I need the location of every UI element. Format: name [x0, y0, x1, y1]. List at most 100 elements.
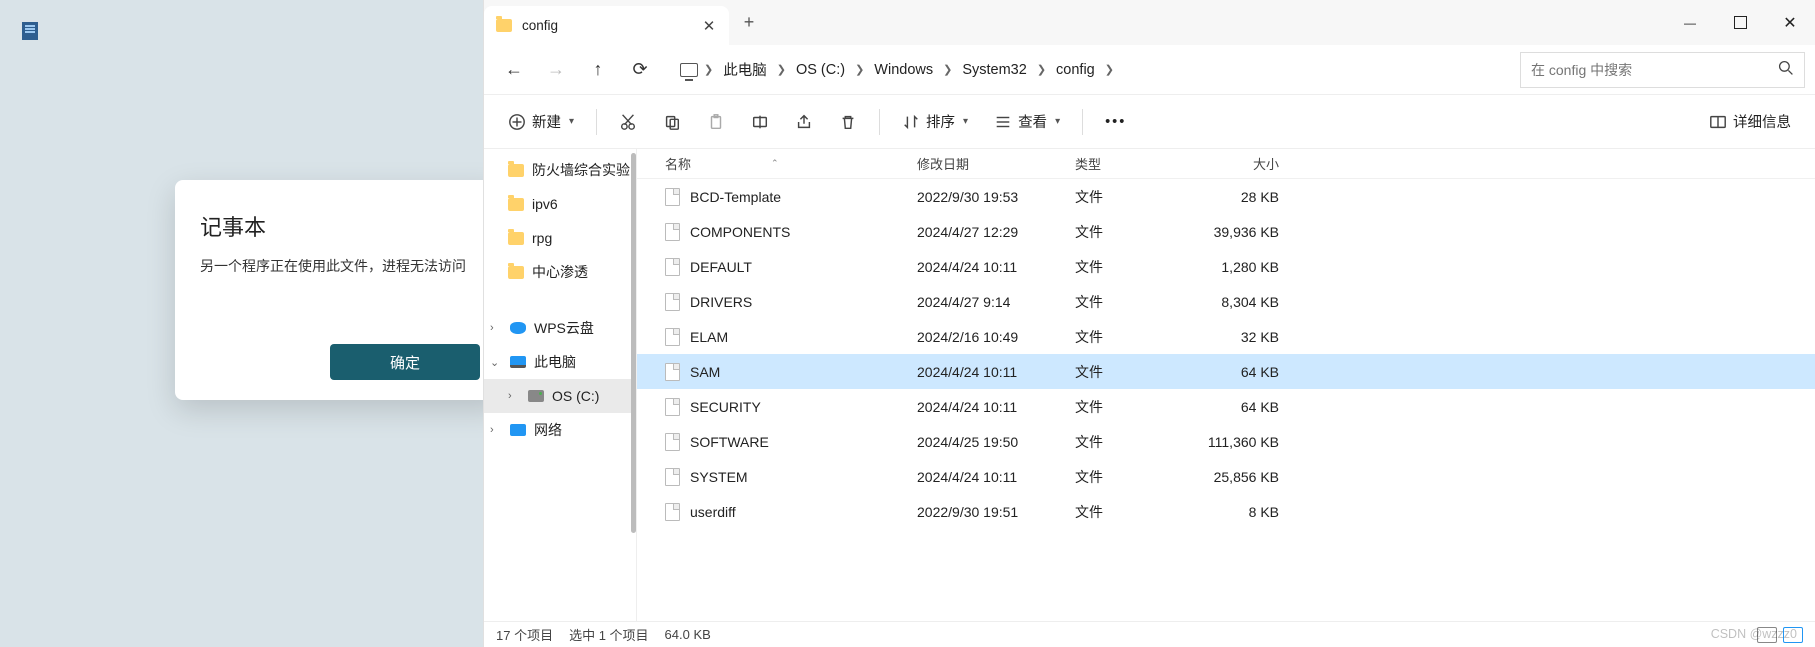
file-row[interactable]: SAM2024/4/24 10:11文件64 KB [637, 354, 1815, 389]
dialog-ok-button[interactable]: 确定 [330, 344, 480, 380]
refresh-button[interactable]: ⟳ [620, 50, 660, 90]
file-size: 39,936 KB [1203, 224, 1289, 240]
new-label: 新建 [532, 111, 561, 132]
file-row[interactable]: userdiff2022/9/30 19:51文件8 KB [637, 494, 1815, 529]
file-row[interactable]: SOFTWARE 2024/4/25 19:50文件111,360 KB [637, 424, 1815, 459]
file-type: 文件 [1075, 467, 1203, 487]
file-date: 2024/2/16 10:49 [917, 329, 1075, 345]
window-tab[interactable]: config ✕ [484, 6, 729, 45]
nav-wps[interactable]: ›WPS云盘 [484, 311, 636, 345]
new-tab-button[interactable]: + [729, 0, 769, 45]
file-name: SECURITY [690, 399, 761, 415]
details-button[interactable]: 详细信息 [1699, 104, 1801, 140]
status-bar: 17 个项目 选中 1 个项目 64.0 KB [484, 621, 1815, 647]
explorer-window: config ✕ + — ✕ ← → ↑ ⟳ ❯ 此电脑 ❯ OS (C:) ❯… [483, 0, 1815, 647]
nav-drive-c[interactable]: ›OS (C:) [484, 379, 636, 413]
file-icon [665, 293, 680, 311]
file-row[interactable]: COMPONENTS2024/4/27 12:29文件39,936 KB [637, 214, 1815, 249]
breadcrumb-sep: ❯ [704, 63, 713, 76]
nav-this-pc[interactable]: ⌄此电脑 [484, 345, 636, 379]
col-type[interactable]: 类型 [1075, 154, 1203, 173]
file-row[interactable]: BCD-Template 2022/9/30 19:53文件28 KB [637, 179, 1815, 214]
nav-folder[interactable]: rpg [484, 221, 636, 255]
file-name: BCD-Template [690, 189, 781, 205]
breadcrumb-sep: ❯ [1105, 63, 1114, 76]
file-date: 2024/4/24 10:11 [917, 259, 1075, 275]
file-icon [665, 433, 680, 451]
breadcrumb-sep: ❯ [1037, 63, 1046, 76]
nav-pane: 防火墙综合实验 ipv6 rpg 中心渗透 ›WPS云盘 ⌄此电脑 ›OS (C… [484, 149, 637, 621]
file-name: userdiff [690, 504, 736, 520]
breadcrumb-config[interactable]: config [1052, 60, 1099, 80]
nav-folder[interactable]: ipv6 [484, 187, 636, 221]
share-button[interactable] [785, 104, 823, 140]
file-type: 文件 [1075, 257, 1203, 277]
address-bar[interactable]: ❯ 此电脑 ❯ OS (C:) ❯ Windows ❯ System32 ❯ c… [670, 52, 1510, 88]
maximize-button[interactable] [1715, 0, 1765, 45]
file-size: 111,360 KB [1203, 434, 1289, 450]
file-name: SOFTWARE [690, 434, 769, 450]
search-box[interactable] [1520, 52, 1805, 88]
col-date[interactable]: 修改日期 [917, 154, 1075, 173]
view-button[interactable]: 查看▾ [984, 104, 1070, 140]
file-size: 64 KB [1203, 399, 1289, 415]
minimize-button[interactable]: — [1665, 0, 1715, 45]
toolbar: 新建▾ 排序▾ 查看▾ ••• 详细信息 [484, 95, 1815, 149]
file-date: 2024/4/24 10:11 [917, 364, 1075, 380]
file-icon [665, 223, 680, 241]
folder-icon [508, 198, 524, 211]
file-icon [665, 328, 680, 346]
file-row[interactable]: DRIVERS2024/4/27 9:14文件8,304 KB [637, 284, 1815, 319]
col-name[interactable]: 名称⌃ [637, 154, 917, 173]
chevron-right-icon: › [490, 424, 502, 436]
file-row[interactable]: SYSTEM2024/4/24 10:11文件25,856 KB [637, 459, 1815, 494]
forward-button[interactable]: → [536, 50, 576, 90]
nav-network[interactable]: ›网络 [484, 413, 636, 447]
file-date: 2024/4/25 19:50 [917, 434, 1075, 450]
breadcrumb-drive[interactable]: OS (C:) [792, 60, 849, 80]
breadcrumb-sep: ❯ [777, 63, 786, 76]
chevron-right-icon: › [508, 390, 520, 402]
rename-button[interactable] [741, 104, 779, 140]
file-size: 8,304 KB [1203, 294, 1289, 310]
col-size[interactable]: 大小 [1203, 154, 1289, 173]
close-tab-button[interactable]: ✕ [701, 18, 717, 34]
dialog-title: 记事本 [200, 210, 480, 242]
breadcrumb-system32[interactable]: System32 [958, 60, 1030, 80]
dialog-message: 另一个程序正在使用此文件，进程无法访问 [200, 256, 480, 277]
file-row[interactable]: SECURITY2024/4/24 10:11文件64 KB [637, 389, 1815, 424]
file-row[interactable]: DEFAULT2024/4/24 10:11文件1,280 KB [637, 249, 1815, 284]
breadcrumb-pc[interactable]: 此电脑 [719, 57, 771, 82]
file-icon [665, 468, 680, 486]
cloud-icon [510, 322, 526, 334]
desktop-notepad-icon[interactable] [22, 22, 38, 40]
view-label: 查看 [1018, 111, 1047, 132]
back-button[interactable]: ← [494, 50, 534, 90]
file-size: 28 KB [1203, 189, 1289, 205]
copy-button[interactable] [653, 104, 691, 140]
sort-button[interactable]: 排序▾ [892, 104, 978, 140]
navbar: ← → ↑ ⟳ ❯ 此电脑 ❯ OS (C:) ❯ Windows ❯ Syst… [484, 45, 1815, 95]
delete-button[interactable] [829, 104, 867, 140]
close-window-button[interactable]: ✕ [1765, 0, 1815, 45]
new-button[interactable]: 新建▾ [498, 104, 584, 140]
details-label: 详细信息 [1733, 111, 1791, 132]
file-icon [665, 398, 680, 416]
network-icon [510, 424, 526, 436]
notepad-dialog: 记事本 另一个程序正在使用此文件，进程无法访问 确定 [175, 180, 505, 400]
search-input[interactable] [1531, 62, 1770, 78]
search-icon [1778, 60, 1794, 79]
pc-icon [510, 356, 526, 368]
file-type: 文件 [1075, 432, 1203, 452]
more-button[interactable]: ••• [1095, 104, 1136, 140]
cut-button[interactable] [609, 104, 647, 140]
file-row[interactable]: ELAM2024/2/16 10:49文件32 KB [637, 319, 1815, 354]
file-name: SAM [690, 364, 720, 380]
up-button[interactable]: ↑ [578, 50, 618, 90]
breadcrumb-windows[interactable]: Windows [870, 60, 937, 80]
nav-folder[interactable]: 中心渗透 [484, 255, 636, 289]
file-date: 2022/9/30 19:53 [917, 189, 1075, 205]
nav-folder[interactable]: 防火墙综合实验 [484, 153, 636, 187]
file-type: 文件 [1075, 187, 1203, 207]
paste-button[interactable] [697, 104, 735, 140]
